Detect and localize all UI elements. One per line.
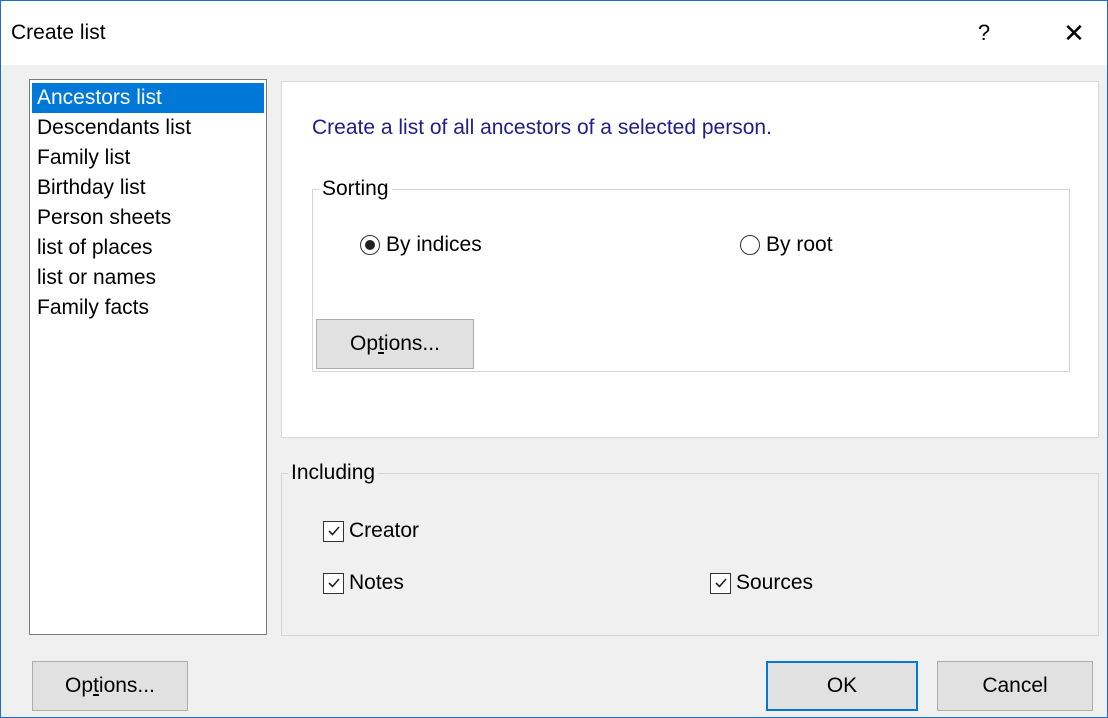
radio-checked-icon: [360, 235, 380, 255]
checkmark-icon: [710, 572, 731, 594]
including-group: Including: [281, 461, 1099, 636]
footer-options-button[interactable]: Options...: [32, 661, 188, 711]
title-bar: Create list ? ✕: [1, 1, 1107, 65]
list-item-places[interactable]: list of places: [32, 233, 264, 263]
options-label-part: Op: [350, 332, 379, 355]
options-label-part: ions...: [383, 332, 440, 355]
sort-by-indices-label: By indices: [386, 233, 482, 256]
list-item-birthday[interactable]: Birthday list: [32, 173, 264, 203]
creator-checkbox[interactable]: Creator: [323, 519, 419, 543]
panel-options-button[interactable]: Options...: [316, 319, 474, 369]
checkmark-icon: [323, 572, 344, 594]
creator-label: Creator: [349, 519, 420, 542]
dialog-title: Create list: [11, 21, 106, 44]
list-item-family-facts[interactable]: Family facts: [32, 293, 264, 323]
list-item-family[interactable]: Family list: [32, 143, 264, 173]
list-item-person-sheets[interactable]: Person sheets: [32, 203, 264, 233]
notes-checkbox[interactable]: Notes: [323, 571, 404, 595]
sort-by-root-radio[interactable]: By root: [740, 233, 833, 257]
checkmark-icon: [323, 520, 344, 542]
list-item-names[interactable]: list or names: [32, 263, 264, 293]
radio-unchecked-icon: [740, 235, 760, 255]
help-button[interactable]: ?: [961, 11, 1007, 55]
list-item-descendants[interactable]: Descendants list: [32, 113, 264, 143]
close-button[interactable]: ✕: [1051, 11, 1097, 55]
sorting-legend: Sorting: [322, 177, 389, 200]
list-description: Create a list of all ancestors of a sele…: [312, 116, 772, 139]
including-legend: Including: [291, 461, 376, 484]
sources-label: Sources: [736, 571, 814, 594]
ok-button[interactable]: OK: [766, 661, 918, 711]
options-label-part: ions...: [98, 674, 155, 697]
options-label-part: Op: [65, 674, 94, 697]
sort-by-root-label: By root: [766, 233, 833, 256]
sort-by-indices-radio[interactable]: By indices: [360, 233, 482, 257]
list-type-listbox[interactable]: Ancestors list Descendants list Family l…: [29, 79, 267, 635]
list-item-ancestors[interactable]: Ancestors list: [32, 83, 264, 113]
create-list-dialog: Create list ? ✕ Ancestors list Descendan…: [0, 0, 1108, 718]
list-description-panel: Create a list of all ancestors of a sele…: [281, 81, 1099, 438]
sources-checkbox[interactable]: Sources: [710, 571, 813, 595]
cancel-button[interactable]: Cancel: [937, 661, 1093, 711]
notes-label: Notes: [349, 571, 404, 594]
